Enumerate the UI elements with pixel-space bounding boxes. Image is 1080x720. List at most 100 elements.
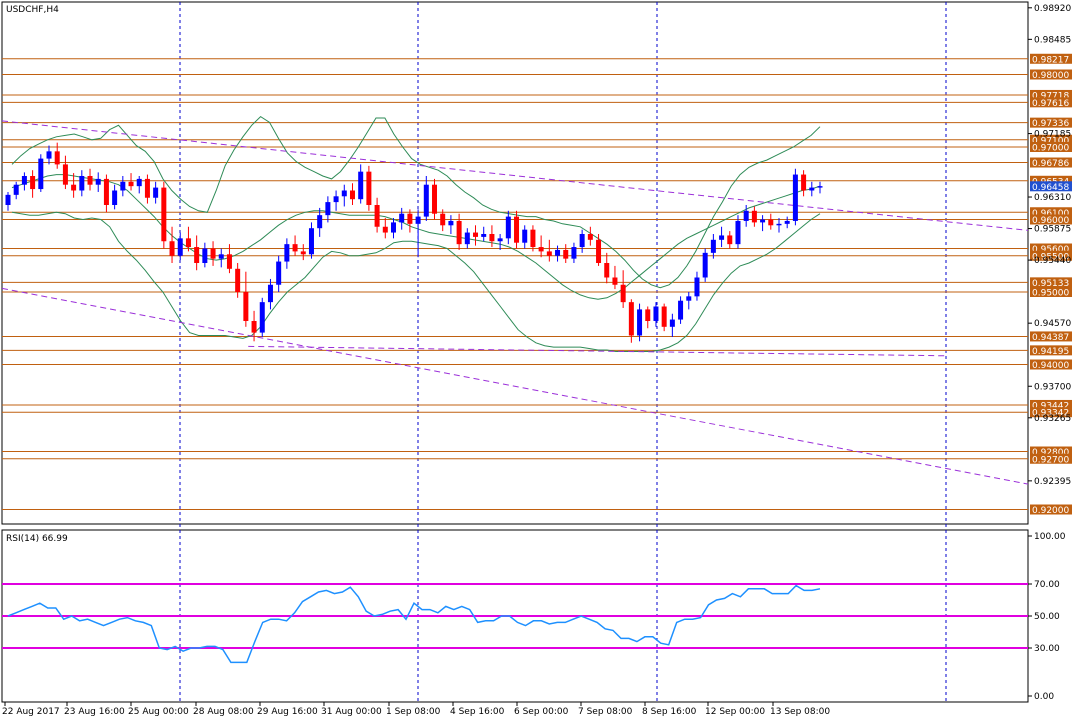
candle-body	[719, 235, 725, 240]
candle-body	[71, 184, 77, 191]
candle-body	[628, 302, 634, 336]
candle-body	[103, 178, 109, 205]
time-axis-label: 23 Aug 16:00	[64, 707, 125, 717]
candle-body	[727, 235, 733, 245]
candle-body	[514, 216, 520, 243]
candle-body	[546, 251, 552, 256]
candle-body	[185, 238, 191, 248]
candle-body	[473, 232, 479, 237]
candle-body	[481, 234, 487, 237]
price-level-label: 0.97000	[1032, 144, 1069, 154]
price-axis-label: 0.98485	[1034, 35, 1071, 45]
candle-body	[341, 190, 347, 197]
candle-body	[596, 239, 602, 263]
candle-body	[710, 239, 716, 253]
time-axis-label: 22 Aug 2017	[2, 707, 60, 717]
candle-body	[489, 234, 495, 242]
rsi-axis-label: 50.00	[1034, 612, 1060, 622]
time-axis-label: 13 Sep 08:00	[770, 707, 830, 717]
candle-body	[218, 254, 224, 259]
candle-body	[530, 229, 536, 248]
trend-line	[1, 287, 1029, 485]
candle-body	[760, 219, 766, 223]
candle-body	[226, 254, 232, 269]
price-axis-label: 0.96310	[1034, 193, 1071, 203]
candle-body	[120, 181, 126, 191]
candle-body	[46, 151, 52, 159]
chart-symbol-title: USDCHF,H4	[6, 5, 59, 15]
candle-body	[784, 220, 790, 224]
trend-lines	[1, 120, 1029, 485]
candle-body	[333, 196, 339, 203]
price-level-label: 0.95000	[1032, 289, 1069, 299]
time-axis-label: 25 Aug 00:00	[128, 707, 189, 717]
candle-body	[128, 181, 134, 187]
candle-body	[464, 232, 470, 245]
candle-body	[817, 186, 823, 188]
candle-body	[267, 284, 273, 303]
candle-body	[292, 244, 298, 252]
time-axis-label: 31 Aug 00:00	[321, 707, 382, 717]
candle-body	[374, 205, 380, 227]
candle-body	[202, 248, 208, 263]
candle-body	[194, 247, 200, 263]
candle-body	[87, 176, 93, 185]
candle-body	[382, 226, 388, 233]
candle-body	[792, 174, 798, 221]
candle-body	[801, 174, 807, 191]
candle-body	[735, 220, 741, 245]
candle-body	[366, 171, 372, 205]
candle-body	[95, 178, 101, 185]
candle-body	[702, 252, 708, 278]
candle-body	[645, 309, 651, 321]
candle-body	[571, 247, 577, 259]
time-axis-label: 1 Sep 08:00	[386, 707, 441, 717]
price-axis: 0.982170.980000.977180.976160.973360.971…	[1028, 4, 1072, 516]
price-axis-label: 0.98920	[1034, 4, 1071, 14]
trend-line	[248, 345, 946, 357]
candle-body	[62, 164, 68, 185]
candle-body	[751, 210, 757, 223]
candle-body	[579, 234, 585, 248]
candle-body	[358, 171, 364, 200]
candle-body	[276, 261, 282, 285]
candle-body	[809, 187, 815, 191]
candle-body	[669, 319, 675, 327]
main-plot-border	[1, 1, 1029, 525]
candle-body	[79, 176, 85, 191]
candle-body	[456, 220, 462, 245]
price-level-label: 0.94000	[1032, 361, 1069, 371]
rsi-axis-label: 70.00	[1034, 580, 1060, 590]
candle-body	[448, 220, 454, 226]
candle-body	[308, 228, 314, 255]
time-axis-label: 12 Sep 00:00	[705, 707, 765, 717]
bollinger-bands	[11, 115, 821, 352]
candle-body	[694, 277, 700, 297]
price-axis-label: 0.93265	[1034, 414, 1071, 424]
candle-body	[555, 249, 561, 256]
chart-frame	[1, 1, 1029, 703]
vertical-grid	[179, 2, 947, 702]
candle-body	[325, 202, 331, 216]
candle-body	[604, 263, 610, 278]
candle-body	[497, 238, 503, 242]
candle-body	[661, 306, 667, 327]
price-level-label: 0.96786	[1032, 159, 1069, 169]
candle-body	[349, 190, 355, 200]
candle-body	[538, 247, 544, 252]
time-axis-label: 28 Aug 08:00	[193, 707, 254, 717]
candle-body	[637, 309, 643, 336]
candle-body	[317, 215, 323, 229]
candle-body	[177, 238, 183, 256]
bollinger-upper-band	[11, 115, 821, 289]
price-axis-label: 0.95440	[1034, 256, 1071, 266]
candle-body	[300, 251, 306, 255]
candle-body	[38, 158, 44, 190]
candle-body	[587, 234, 593, 240]
rsi-axis-label: 30.00	[1034, 644, 1060, 654]
candle-body	[112, 190, 118, 205]
price-level-label: 0.98217	[1032, 55, 1069, 65]
time-axis-label: 8 Sep 16:00	[642, 707, 697, 717]
candle-body	[686, 296, 692, 301]
rsi-line	[7, 584, 821, 664]
